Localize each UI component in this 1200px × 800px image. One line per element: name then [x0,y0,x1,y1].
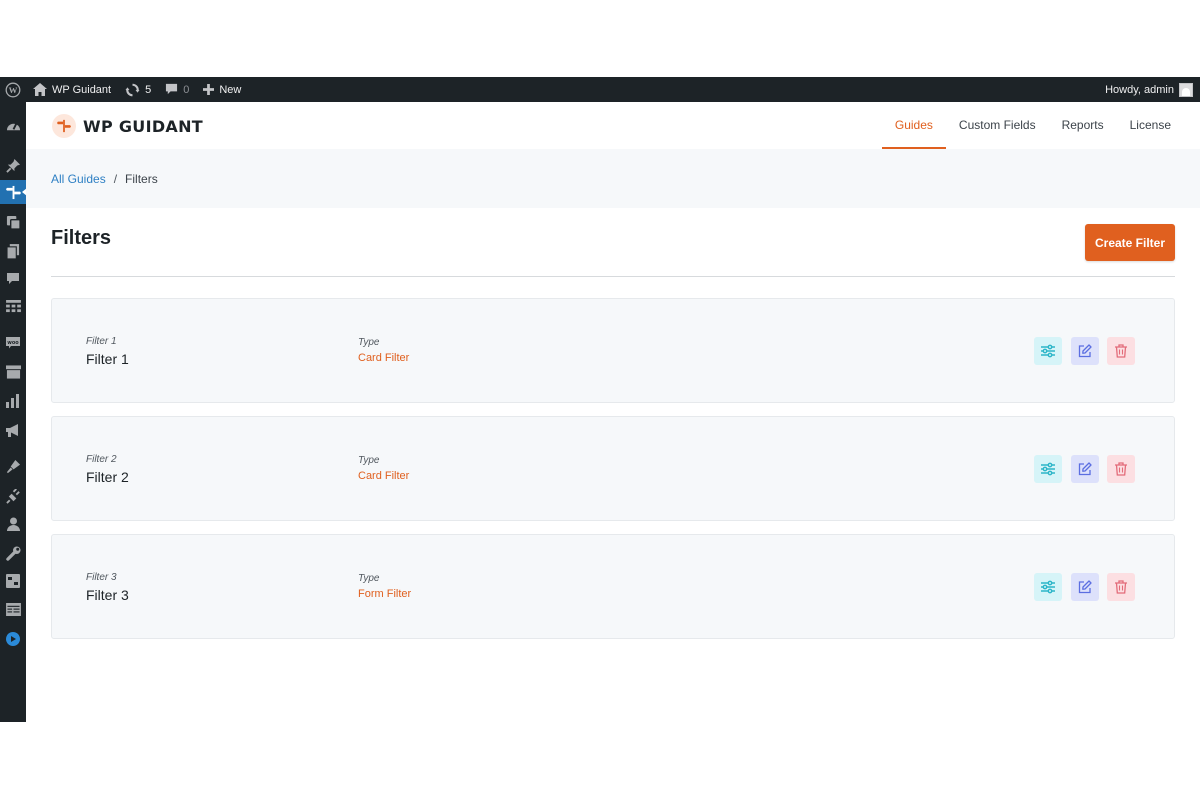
site-name-link[interactable]: WP Guidant [26,77,118,102]
create-filter-button[interactable]: Create Filter [1085,224,1175,261]
filter-settings-button[interactable] [1034,573,1062,601]
filter-name: Filter 2 [86,469,129,485]
pin-icon[interactable] [0,153,26,177]
home-icon [33,83,47,96]
filter-edit-button[interactable] [1071,573,1099,601]
filter-delete-button[interactable] [1107,455,1135,483]
sliders-icon [1041,580,1055,594]
sliders-icon [1041,462,1055,476]
settings-icon[interactable] [0,569,26,593]
svg-text:W: W [9,85,18,95]
brand-name: WP GUIDANT [83,116,203,136]
page-title: Filters [51,227,112,249]
svg-text:woo: woo [7,340,19,346]
breadcrumb-all-guides-link[interactable]: All Guides [51,172,106,186]
analytics-icon[interactable] [0,389,26,413]
tools-icon[interactable] [0,541,26,565]
filter-type-label: Type [358,455,380,466]
filter-name-label: Filter 1 [86,336,117,347]
edit-icon [1078,344,1092,358]
updates-count: 5 [145,83,152,96]
top-nav: Guides Custom Fields Reports License [881,102,1184,149]
dashboard-icon[interactable] [0,114,26,138]
new-content-link[interactable]: New [196,77,248,102]
filter-edit-button[interactable] [1071,455,1099,483]
woo-icon[interactable]: woo [0,330,26,354]
sliders-icon [1041,344,1055,358]
brand[interactable]: WP GUIDANT [52,114,203,138]
comment-icon [166,83,178,95]
table-icon[interactable] [0,294,26,318]
tab-guides[interactable]: Guides [881,102,946,149]
my-account-link[interactable]: Howdy, admin [1098,77,1200,102]
filter-name: Filter 1 [86,351,129,367]
filter-type: Card Filter [358,470,410,482]
filter-edit-button[interactable] [1071,337,1099,365]
play-icon[interactable] [0,627,26,651]
admin-bar: W WP Guidant 5 0 New Howdy, admin [0,77,1200,102]
appearance-icon[interactable] [0,454,26,478]
comments-count: 0 [183,83,190,96]
filter-type-label: Type [358,573,380,584]
filter-type: Form Filter [358,588,412,600]
divider [51,276,1175,277]
breadcrumb-current: Filters [125,171,158,186]
trash-icon [1115,580,1127,594]
trash-icon [1115,344,1127,358]
plugins-icon[interactable] [0,484,26,508]
site-name: WP Guidant [52,83,112,96]
comments-link[interactable]: 0 [158,77,196,102]
plus-icon [203,84,215,95]
edit-icon [1078,462,1092,476]
filter-settings-button[interactable] [1034,337,1062,365]
greeting: Howdy, admin [1105,83,1174,96]
plugin-header: WP GUIDANT Guides Custom Fields Reports … [26,102,1200,149]
filter-card: Filter 3 Filter 3 Type Form Filter [51,534,1175,639]
filter-name: Filter 3 [86,587,129,603]
archive-icon[interactable] [0,360,26,384]
admin-sidebar: woo [0,102,27,722]
updates-icon [125,83,140,96]
breadcrumb: All Guides / Filters [26,149,1200,208]
tab-custom-fields[interactable]: Custom Fields [946,102,1049,149]
updates-link[interactable]: 5 [118,77,158,102]
filter-delete-button[interactable] [1107,337,1135,365]
tab-license[interactable]: License [1117,102,1184,149]
megaphone-icon[interactable] [0,418,26,442]
wordpress-logo-icon[interactable]: W [0,77,26,102]
breadcrumb-separator: / [113,171,118,186]
filter-type-label: Type [358,337,380,348]
filter-settings-button[interactable] [1034,455,1062,483]
users-icon[interactable] [0,512,26,536]
trash-icon [1115,462,1127,476]
guidant-icon[interactable] [0,180,27,204]
guidant-logo-icon [52,114,76,138]
filter-card: Filter 2 Filter 2 Type Card Filter [51,416,1175,521]
comments-icon[interactable] [0,267,26,291]
filter-name-label: Filter 2 [86,454,117,465]
new-label: New [219,83,242,96]
filter-card: Filter 1 Filter 1 Type Card Filter [51,298,1175,403]
layout-icon[interactable] [0,597,26,621]
pages-icon[interactable] [0,239,26,263]
filter-type: Card Filter [358,352,410,364]
tab-reports[interactable]: Reports [1049,102,1117,149]
edit-icon [1078,580,1092,594]
avatar [1179,82,1193,97]
media-icon[interactable] [0,210,26,234]
filter-name-label: Filter 3 [86,572,117,583]
filter-delete-button[interactable] [1107,573,1135,601]
